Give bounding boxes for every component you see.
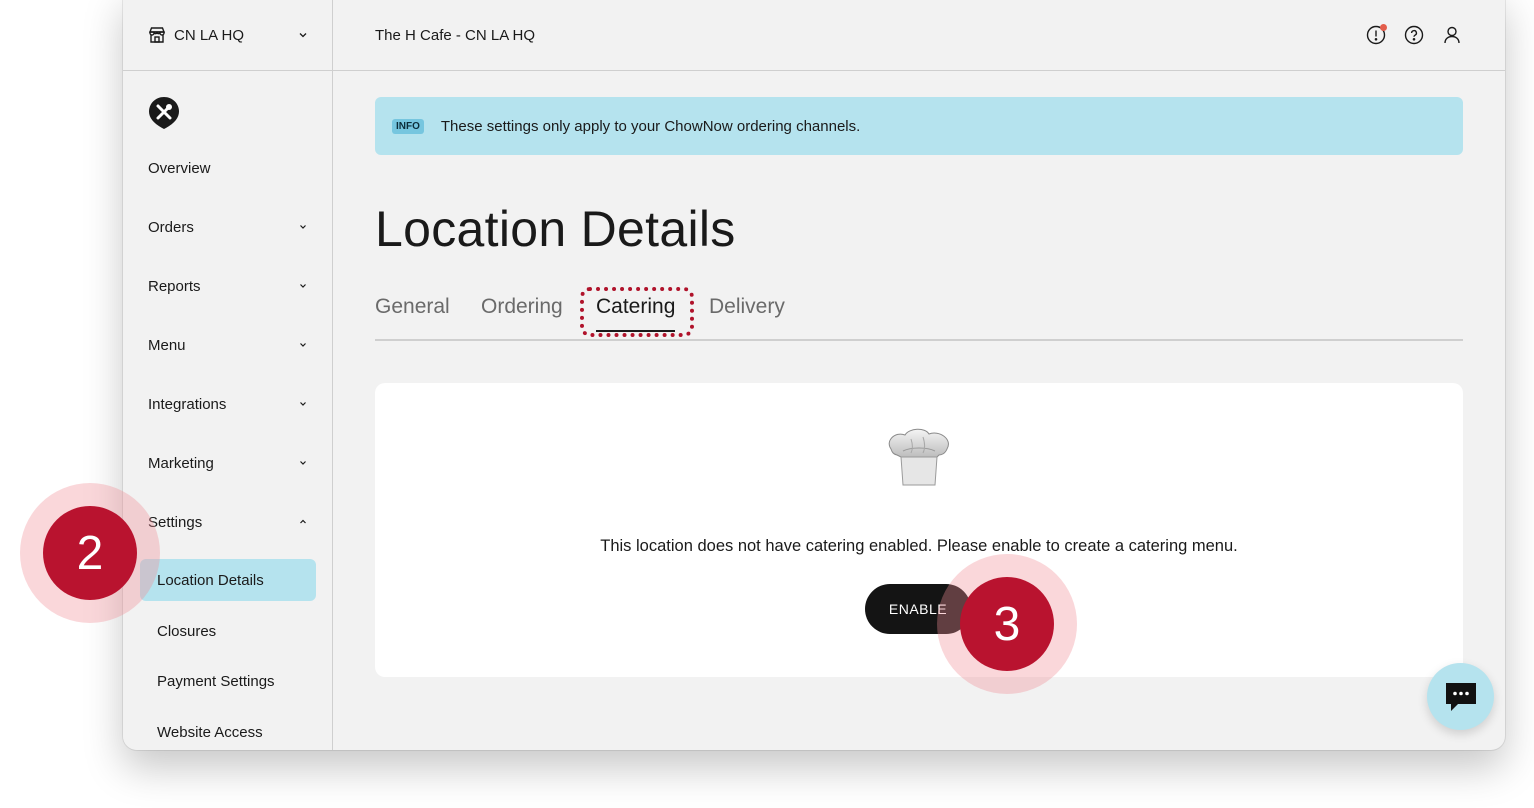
info-text: These settings only apply to your ChowNo… [440, 117, 861, 135]
catering-disabled-message: This location does not have catering ena… [600, 537, 1238, 555]
sidebar-item-settings[interactable]: Settings [148, 510, 308, 534]
tab-delivery[interactable]: Delivery [709, 295, 785, 329]
help-button[interactable] [1403, 24, 1425, 46]
sidebar-subitem-label: Payment Settings [157, 672, 275, 690]
sidebar-item-label: Orders [148, 218, 194, 236]
step-marker-number: 2 [43, 506, 137, 600]
chevron-up-icon [300, 519, 306, 524]
chevron-down-icon [300, 402, 306, 406]
chevron-down-icon [299, 33, 307, 38]
tab-label: Ordering [481, 295, 563, 318]
sidebar-item-orders[interactable]: Orders [148, 215, 308, 239]
chat-icon [1445, 682, 1476, 711]
notifications-button[interactable] [1365, 24, 1387, 46]
app-window: CN LA HQ Overview Orders Reports Menu In… [123, 0, 1505, 750]
step-marker-2: 2 [20, 483, 160, 623]
sidebar-subitem-label: Closures [157, 622, 217, 640]
account-button[interactable] [1441, 24, 1463, 46]
tab-ordering[interactable]: Ordering [481, 295, 563, 329]
step-marker-number: 3 [960, 577, 1054, 671]
step-marker-3: 3 [937, 554, 1077, 694]
sidebar-subitem-payment-settings[interactable]: Payment Settings [140, 660, 316, 702]
sidebar-item-label: Menu [148, 336, 186, 354]
notification-dot [1380, 24, 1387, 31]
sidebar-item-label: Marketing [148, 454, 214, 472]
sidebar-item-overview[interactable]: Overview [148, 156, 308, 180]
tab-highlight-marker [580, 287, 694, 337]
sidebar-item-reports[interactable]: Reports [148, 274, 308, 298]
sidebar-subitem-website-access[interactable]: Website Access [140, 711, 316, 750]
help-icon [1404, 25, 1424, 45]
sidebar-item-label: Reports [148, 277, 201, 295]
tab-label: General [375, 295, 450, 318]
chownow-logo [149, 97, 179, 129]
sidebar-item-integrations[interactable]: Integrations [148, 392, 308, 416]
sidebar-subitem-label: Website Access [157, 723, 263, 741]
sidebar-subitem-location-details[interactable]: Location Details [140, 559, 316, 601]
sidebar-item-label: Settings [148, 513, 203, 531]
location-name: CN LA HQ [174, 26, 245, 44]
info-badge: INFO [392, 118, 424, 134]
chat-button[interactable] [1427, 663, 1494, 730]
chevron-down-icon [300, 284, 306, 288]
page-title: Location Details [375, 201, 736, 257]
sidebar-item-label: Overview [148, 159, 211, 177]
restaurant-title: The H Cafe - CN LA HQ [375, 26, 536, 44]
chef-hat-icon [888, 428, 949, 486]
user-icon [1444, 26, 1460, 44]
info-banner: INFO These settings only apply to your C… [375, 97, 1463, 155]
sidebar-item-menu[interactable]: Menu [148, 333, 308, 357]
store-icon [148, 27, 166, 43]
tab-general[interactable]: General [375, 295, 450, 329]
chevron-down-icon [300, 461, 306, 465]
sidebar-item-label: Integrations [148, 395, 227, 413]
chevron-down-icon [300, 343, 306, 347]
location-selector[interactable]: CN LA HQ [123, 0, 333, 71]
tab-label: Delivery [709, 295, 785, 318]
chevron-down-icon [300, 225, 306, 229]
sidebar-subitem-label: Location Details [157, 571, 264, 589]
tab-bar: General Ordering Catering Delivery [375, 295, 1463, 341]
sidebar: CN LA HQ Overview Orders Reports Menu In… [123, 0, 333, 750]
top-bar: The H Cafe - CN LA HQ [333, 0, 1505, 71]
sidebar-subitem-closures[interactable]: Closures [140, 610, 316, 652]
catering-card: This location does not have catering ena… [375, 383, 1463, 677]
sidebar-item-marketing[interactable]: Marketing [148, 451, 308, 475]
